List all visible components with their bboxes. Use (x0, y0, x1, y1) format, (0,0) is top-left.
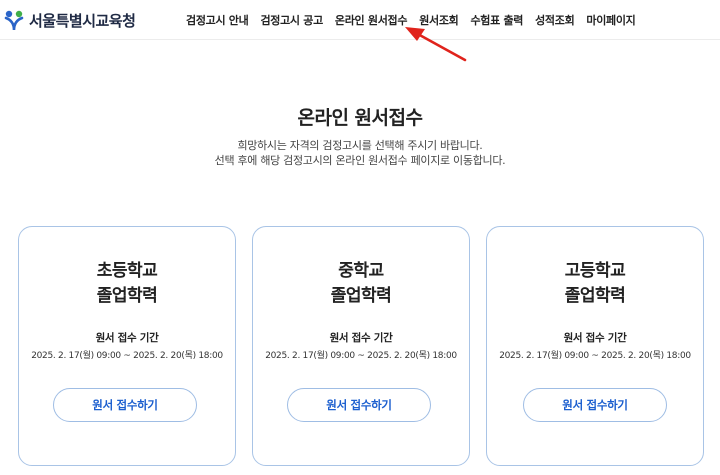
card-elementary: 초등학교 졸업학력 원서 접수 기간 2025. 2. 17(월) 09:00 … (18, 226, 236, 466)
description-line-1: 희망하시는 자격의 검정고시를 선택해 주시기 바랍니다. (237, 139, 483, 152)
period-label: 원서 접수 기간 (95, 332, 159, 344)
nav-item-mypage[interactable]: 마이페이지 (586, 12, 635, 28)
card-title: 초등학교 졸업학력 (19, 259, 235, 309)
logo-text: 서울특별시교육청 (29, 11, 136, 30)
card-title-line-1: 고등학교 (564, 261, 626, 281)
nav-item-exam-notice[interactable]: 검정고시 공고 (260, 12, 323, 28)
apply-elementary-button[interactable]: 원서 접수하기 (53, 388, 197, 422)
card-title-line-2: 졸업학력 (330, 286, 392, 306)
period-value: 2025. 2. 17(월) 09:00 ~ 2025. 2. 20(목) 18… (265, 351, 457, 361)
card-high: 고등학교 졸업학력 원서 접수 기간 2025. 2. 17(월) 09:00 … (486, 226, 704, 466)
nav-item-exam-info[interactable]: 검정고시 안내 (186, 12, 249, 28)
card-title-line-2: 졸업학력 (564, 286, 626, 306)
card-title-line-2: 졸업학력 (96, 286, 158, 306)
period-label: 원서 접수 기간 (329, 332, 393, 344)
card-title: 고등학교 졸업학력 (487, 259, 703, 309)
description-line-2: 선택 후에 해당 검정고시의 온라인 원서접수 페이지로 이동합니다. (214, 154, 506, 167)
site-header: 서울특별시교육청 검정고시 안내 검정고시 공고 온라인 원서접수 원서조회 수… (0, 0, 720, 40)
apply-high-button[interactable]: 원서 접수하기 (523, 388, 667, 422)
nav-item-admission-ticket[interactable]: 수험표 출력 (470, 12, 523, 28)
nav-item-online-application[interactable]: 온라인 원서접수 (335, 12, 408, 28)
period-value: 2025. 2. 17(월) 09:00 ~ 2025. 2. 20(목) 18… (31, 351, 223, 361)
card-middle: 중학교 졸업학력 원서 접수 기간 2025. 2. 17(월) 09:00 ~… (252, 226, 470, 466)
seoul-education-logo-icon (4, 10, 24, 31)
period-label: 원서 접수 기간 (563, 332, 627, 344)
logo[interactable]: 서울특별시교육청 (4, 9, 136, 31)
card-title-line-1: 초등학교 (96, 261, 158, 281)
card-title-line-1: 중학교 (338, 261, 384, 281)
apply-middle-button[interactable]: 원서 접수하기 (287, 388, 431, 422)
card-title: 중학교 졸업학력 (253, 259, 469, 309)
page-title: 온라인 원서접수 (297, 107, 423, 129)
page-description: 희망하시는 자격의 검정고시를 선택해 주시기 바랍니다. 선택 후에 해당 검… (0, 138, 720, 168)
nav-item-score-lookup[interactable]: 성적조회 (535, 12, 575, 28)
nav-item-application-lookup[interactable]: 원서조회 (419, 12, 459, 28)
main-nav: 검정고시 안내 검정고시 공고 온라인 원서접수 원서조회 수험표 출력 성적조… (186, 12, 648, 28)
period-value: 2025. 2. 17(월) 09:00 ~ 2025. 2. 20(목) 18… (499, 351, 691, 361)
